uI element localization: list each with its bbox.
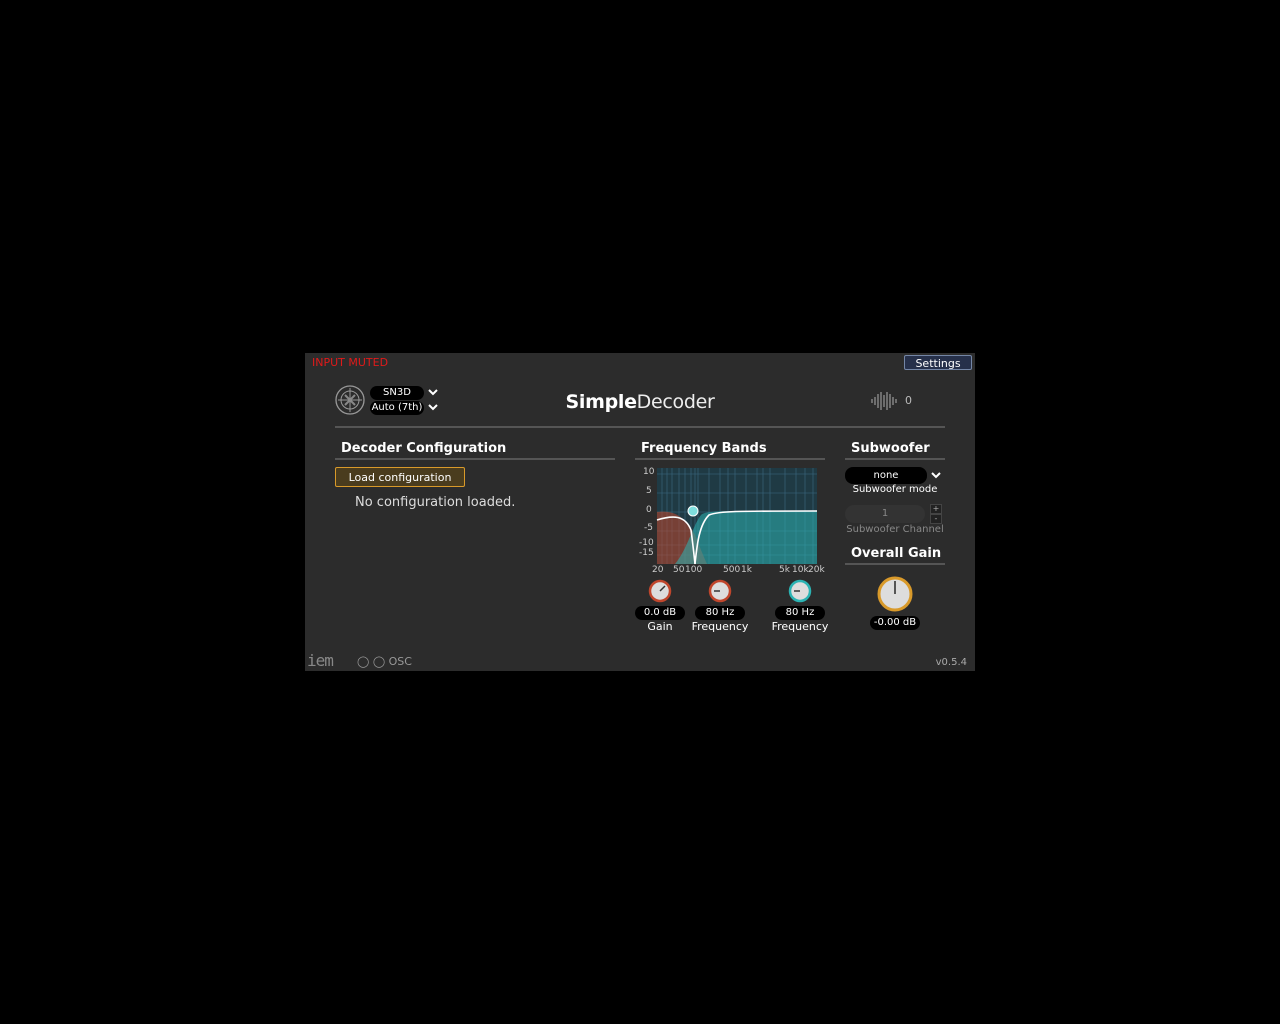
subwoofer-mode-select[interactable]: none	[845, 467, 927, 484]
x-tick: 50	[673, 565, 685, 575]
highpass-frequency-label: Frequency	[771, 620, 829, 633]
x-tick: 20	[652, 565, 664, 575]
subwoofer-channel-label: Subwoofer Channel	[846, 524, 944, 535]
y-tick: -5	[644, 523, 653, 533]
version-label: v0.5.4	[935, 657, 967, 668]
gain-value[interactable]: 0.0 dB	[635, 606, 685, 620]
chevron-down-icon[interactable]	[929, 469, 943, 483]
lowpass-frequency-knob[interactable]	[708, 579, 732, 603]
y-tick: 5	[646, 486, 652, 496]
osc-receive-indicator-icon: ◯	[357, 655, 370, 668]
decoder-config-divider	[335, 458, 615, 460]
highpass-frequency-knob[interactable]	[788, 579, 812, 603]
x-tick: 500	[723, 565, 741, 575]
decrement-button[interactable]: -	[930, 514, 942, 524]
subwoofer-divider	[845, 458, 945, 460]
x-tick: 10k	[792, 565, 809, 575]
lowpass-frequency-value[interactable]: 80 Hz	[695, 606, 745, 620]
y-tick: 0	[646, 505, 652, 515]
osc-send-indicator-icon: ◯	[372, 655, 386, 668]
y-tick: -15	[639, 548, 654, 558]
x-tick: 20k	[808, 565, 825, 575]
frequency-bands-title: Frequency Bands	[641, 441, 767, 456]
output-channel-count: 0	[905, 394, 912, 407]
subwoofer-title: Subwoofer	[851, 441, 930, 456]
gain-label: Gain	[647, 620, 673, 633]
iem-logo: iem	[307, 651, 334, 670]
subwoofer-channel-field[interactable]: 1	[845, 505, 925, 523]
overall-gain-knob[interactable]	[876, 575, 914, 613]
subwoofer-mode-label: Subwoofer mode	[852, 484, 938, 495]
header-divider	[335, 426, 945, 428]
overall-gain-divider	[845, 563, 945, 565]
increment-button[interactable]: +	[930, 504, 942, 514]
gain-knob[interactable]	[648, 579, 672, 603]
overall-gain-value[interactable]: -0.00 dB	[870, 616, 920, 630]
decoder-config-title: Decoder Configuration	[341, 441, 507, 456]
title-bold: Simple	[565, 391, 637, 413]
filter-response-graph[interactable]	[635, 465, 825, 577]
overall-gain-title: Overall Gain	[851, 546, 942, 561]
config-status-text: No configuration loaded.	[355, 495, 516, 510]
y-tick: 10	[643, 467, 655, 477]
osc-status[interactable]: ◯ ◯ OSC	[357, 655, 412, 668]
lowpass-frequency-label: Frequency	[691, 620, 749, 633]
highpass-frequency-value[interactable]: 80 Hz	[775, 606, 825, 620]
x-tick: 1k	[741, 565, 752, 575]
osc-label: OSC	[388, 655, 412, 668]
simple-decoder-window: INPUT MUTED Settings SN3D Auto (7th) Sim…	[305, 353, 975, 671]
y-tick: -10	[639, 538, 654, 548]
input-muted-warning: INPUT MUTED	[312, 356, 389, 369]
speaker-output-icon	[871, 392, 897, 410]
frequency-bands-divider	[635, 458, 825, 460]
x-tick: 100	[685, 565, 703, 575]
load-configuration-button[interactable]: Load configuration	[335, 467, 465, 487]
x-tick: 5k	[779, 565, 790, 575]
title-thin: Decoder	[636, 391, 715, 413]
settings-button[interactable]: Settings	[904, 355, 972, 370]
